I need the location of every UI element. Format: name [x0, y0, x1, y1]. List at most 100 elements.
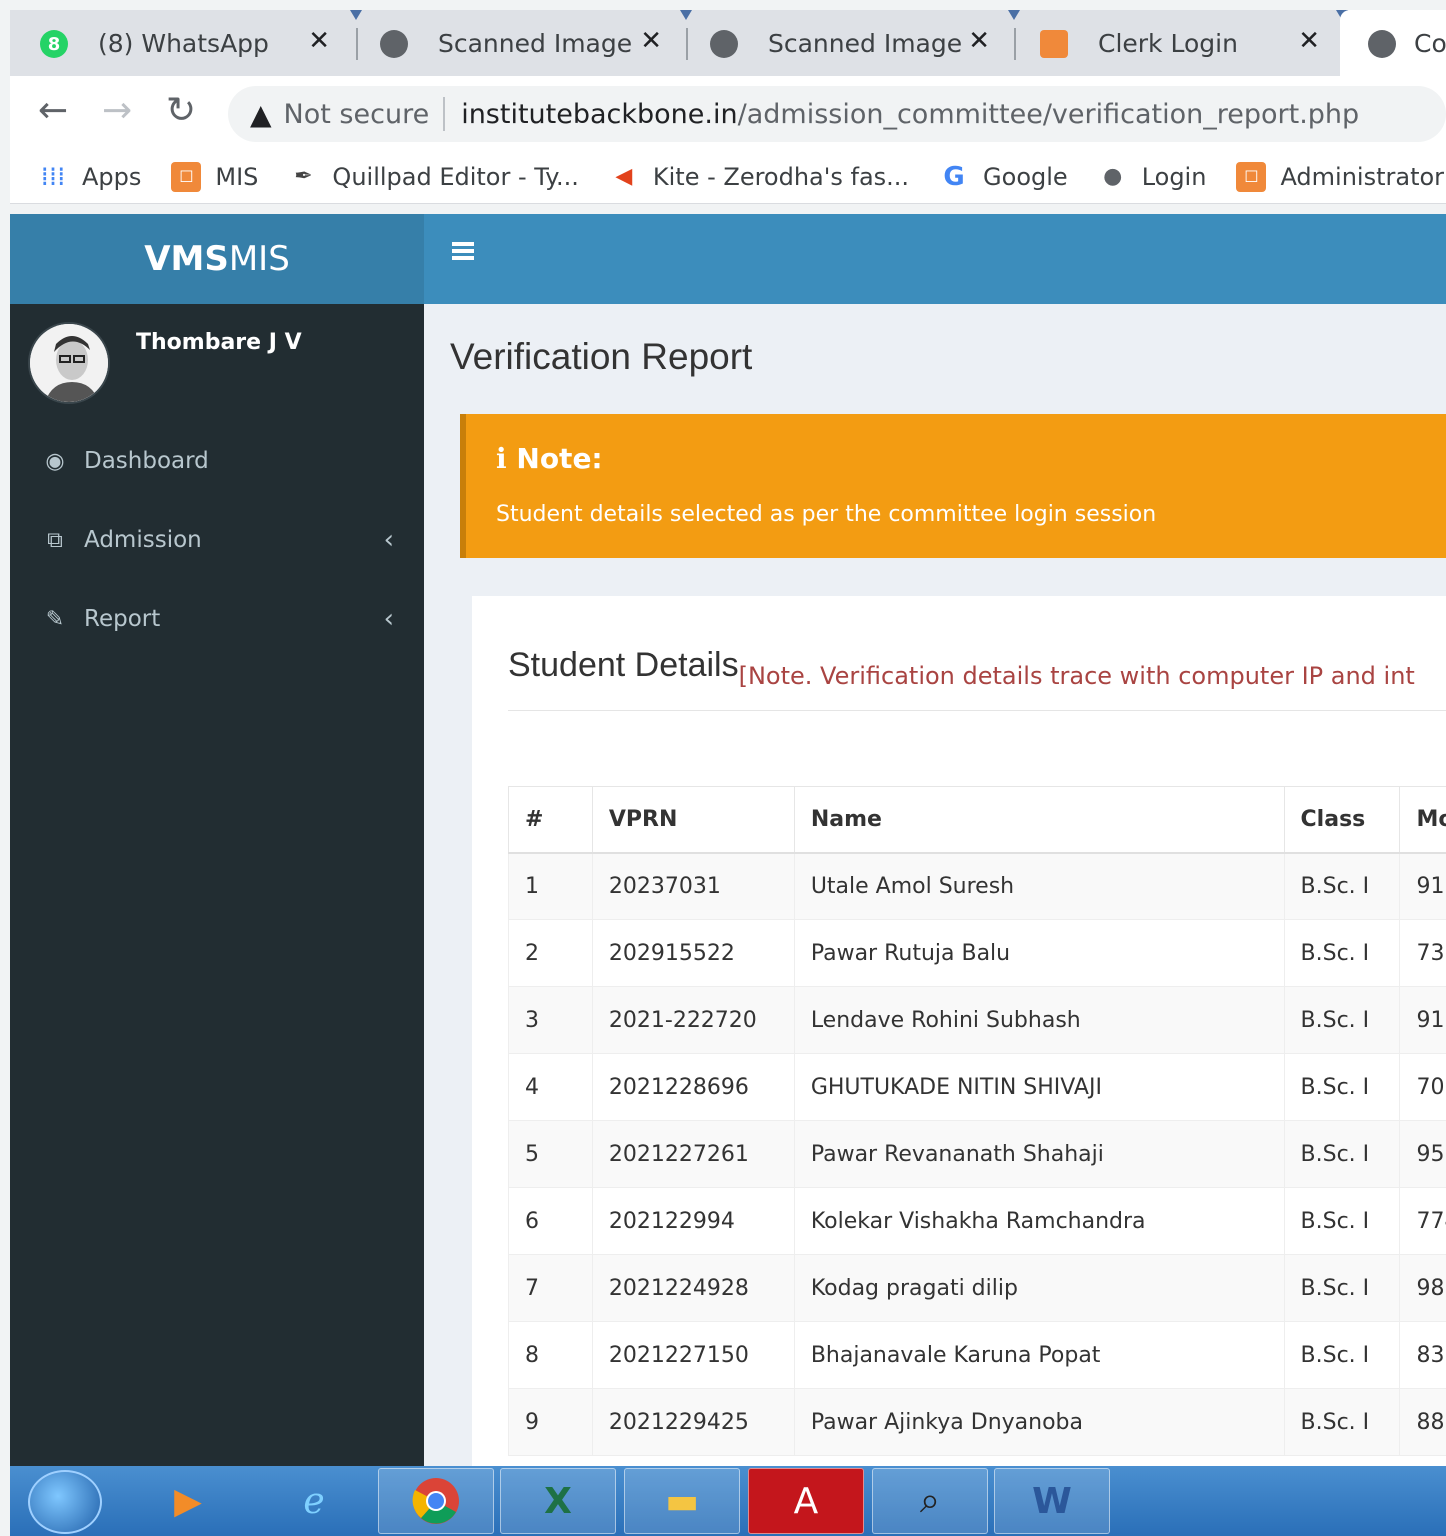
sidebar-item-label: Dashboard	[84, 448, 209, 474]
column-header[interactable]: VPRN	[591, 786, 795, 854]
close-icon[interactable]: ✕	[308, 26, 330, 56]
column-header[interactable]: Name	[793, 786, 1285, 854]
hamburger-menu-icon[interactable]	[452, 242, 474, 260]
sidebar-item-label: Report	[84, 606, 161, 632]
globe-icon	[710, 30, 738, 58]
cell-vprn: 2021228696	[591, 1053, 795, 1121]
app: VMS MIS Thombare J V ◉ Dashboard ⧉ Admis…	[10, 214, 1446, 1476]
file-explorer-icon[interactable]: ▬	[624, 1468, 740, 1534]
user-panel: Thombare J V	[28, 322, 408, 408]
bookmark-kite[interactable]: ◀ Kite - Zerodha's fas...	[609, 162, 909, 192]
column-header[interactable]: Class	[1283, 786, 1401, 854]
whatsapp-icon: 8	[40, 30, 68, 58]
windows-taskbar: ▶ e X ▬ A ⌕ W	[10, 1466, 1446, 1536]
cell-mobile: 917	[1399, 986, 1446, 1054]
google-icon: G	[943, 161, 965, 192]
cell-index: 1	[508, 852, 593, 920]
cell-name: Lendave Rohini Subhash	[793, 986, 1285, 1054]
close-icon[interactable]: ✕	[640, 26, 662, 56]
cell-name: Bhajanavale Karuna Popat	[793, 1321, 1285, 1389]
apps-grid-icon: ⁞⁞⁞	[40, 161, 66, 192]
media-player-icon[interactable]: ▶	[130, 1468, 246, 1534]
back-arrow-icon[interactable]: ←	[38, 90, 68, 131]
cell-class: B.Sc. I	[1283, 919, 1401, 987]
student-details-box: Student Details[Note. Verification detai…	[472, 596, 1446, 1476]
bookmark-apps[interactable]: ⁞⁞⁞ Apps	[38, 161, 142, 192]
screen: 8 (8) WhatsApp ✕ Scanned Image ✕ Scanned…	[0, 0, 1446, 1536]
bookmark-label: Google	[983, 162, 1068, 191]
cell-index: 5	[508, 1120, 593, 1188]
cell-index: 3	[508, 986, 593, 1054]
tab-scanned-image-2[interactable]: Scanned Image ✕	[680, 10, 1010, 76]
warning-icon: ▲	[250, 97, 272, 131]
callout-text: Student details selected as per the comm…	[496, 502, 1157, 527]
cell-name: Kolekar Vishakha Ramchandra	[793, 1187, 1285, 1255]
cell-index: 2	[508, 919, 593, 987]
cell-name: Pawar Ajinkya Dnyanoba	[793, 1388, 1285, 1456]
url-path: /admission_committee/verification_report…	[737, 98, 1360, 130]
tab-title: Co	[1414, 28, 1446, 58]
edit-icon: ✎	[45, 606, 65, 632]
cell-index: 8	[508, 1321, 593, 1389]
bookmark-google[interactable]: G Google	[939, 161, 1068, 192]
mis-icon: ☐	[171, 161, 202, 192]
cell-index: 7	[508, 1254, 593, 1322]
logo-light: MIS	[228, 239, 290, 279]
app-logo[interactable]: VMS MIS	[10, 214, 424, 304]
copy-icon: ⧉	[47, 527, 63, 553]
column-header[interactable]: Mo	[1399, 786, 1446, 854]
chrome-icon[interactable]	[378, 1468, 494, 1534]
students-table: # VPRN Name Class Mo 1 20237031 Utale Am…	[508, 786, 1446, 1456]
cell-name: Utale Amol Suresh	[793, 852, 1285, 920]
address-bar[interactable]: ▲ Not secure institutebackbone.in/admiss…	[228, 86, 1446, 142]
cell-index: 6	[508, 1187, 593, 1255]
word-icon[interactable]: W	[994, 1468, 1110, 1534]
tab-scanned-image-1[interactable]: Scanned Image ✕	[350, 10, 682, 76]
bookmark-login[interactable]: ● Login	[1098, 162, 1207, 192]
note-callout: ℹ Note: Student details selected as per …	[460, 414, 1446, 558]
bookmark-label: Kite - Zerodha's fas...	[652, 162, 910, 191]
cell-vprn: 202122994	[591, 1187, 795, 1255]
acrobat-icon[interactable]: A	[748, 1468, 864, 1534]
cell-vprn: 2021227150	[591, 1321, 795, 1389]
tab-clerk-login[interactable]: Clerk Login ✕	[1010, 10, 1340, 76]
cell-vprn: 2021227261	[591, 1120, 795, 1188]
tab-whatsapp[interactable]: 8 (8) WhatsApp ✕	[10, 10, 350, 76]
cell-mobile: 956	[1399, 1120, 1446, 1188]
top-navbar	[424, 214, 1446, 304]
tab-active[interactable]: Co	[1340, 10, 1446, 76]
bookmark-administrator-mis[interactable]: ☐ Administrator MIS	[1236, 161, 1446, 192]
sidebar-item-report[interactable]: ✎ Report ‹	[10, 584, 424, 654]
bookmark-quillpad[interactable]: ✒ Quillpad Editor - Ty...	[288, 162, 579, 192]
cell-vprn: 2021224928	[591, 1254, 795, 1322]
bookmark-mis[interactable]: ☐ MIS	[171, 161, 258, 192]
start-orb-icon[interactable]	[28, 1470, 102, 1534]
sidebar-item-dashboard[interactable]: ◉ Dashboard	[10, 426, 424, 496]
sidebar-item-label: Admission	[84, 527, 202, 553]
cell-mobile: 738	[1399, 919, 1446, 987]
info-icon: ℹ	[496, 442, 507, 475]
bookmarks-bar: ⁞⁞⁞ Apps ☐ MIS ✒ Quillpad Editor - Ty...…	[10, 150, 1446, 204]
callout-title: ℹ Note:	[496, 442, 603, 475]
logo-bold: VMS	[144, 239, 229, 279]
reload-icon[interactable]: ↻	[166, 90, 196, 131]
forward-arrow-icon[interactable]: →	[102, 90, 132, 131]
close-icon[interactable]: ✕	[968, 26, 990, 56]
cell-class: B.Sc. I	[1283, 1120, 1401, 1188]
magnifier-icon[interactable]: ⌕	[872, 1468, 988, 1534]
close-icon[interactable]: ✕	[1298, 26, 1320, 56]
quill-icon: ✒	[294, 164, 313, 189]
excel-icon[interactable]: X	[500, 1468, 616, 1534]
cell-vprn: 202915522	[591, 919, 795, 987]
bookmark-label: Login	[1141, 162, 1207, 191]
sidebar-item-admission[interactable]: ⧉ Admission ‹	[10, 505, 424, 575]
column-header[interactable]: #	[508, 786, 593, 854]
internet-explorer-icon[interactable]: e	[256, 1468, 372, 1534]
bookmark-label: Apps	[82, 162, 142, 191]
cell-mobile: 911	[1399, 852, 1446, 920]
content-area: Verification Report ℹ Note: Student deta…	[424, 304, 1446, 1476]
avatar	[28, 322, 110, 404]
cell-name: Pawar Revananath Shahaji	[793, 1120, 1285, 1188]
cell-class: B.Sc. I	[1283, 1388, 1401, 1456]
sidebar: VMS MIS Thombare J V ◉ Dashboard ⧉ Admis…	[10, 214, 424, 1466]
